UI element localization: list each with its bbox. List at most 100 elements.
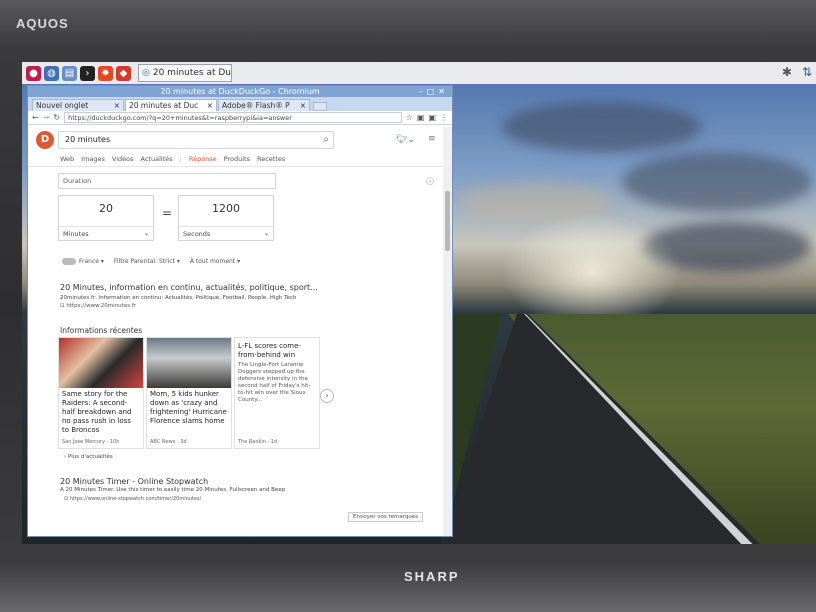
news-card-title: Same story for the Raiders: A second-hal… xyxy=(62,390,132,434)
web-browser-icon[interactable]: ◍ xyxy=(44,65,59,81)
address-bar: ← → ↻ https://duckduckgo.com/?q=20+minut… xyxy=(28,111,452,125)
mathematica-icon[interactable]: ◆ xyxy=(116,65,131,81)
news-next-button[interactable]: › xyxy=(320,389,334,403)
nav-products[interactable]: Produits xyxy=(224,155,250,163)
converter-left: 20 Minutes ⌄ xyxy=(58,195,154,241)
browser-window: 20 minutes at DuckDuckGo - Chromium –□✕ … xyxy=(27,85,453,537)
tab-close-icon[interactable]: × xyxy=(207,101,213,110)
news-heading: Informations récentes xyxy=(60,326,143,335)
info-icon[interactable]: ⓘ xyxy=(426,176,434,187)
news-card-source: ABC News · 3d xyxy=(150,439,187,445)
news-card[interactable]: Mom, 5 kids hunker down as 'crazy and fr… xyxy=(146,337,232,449)
region-toggle[interactable] xyxy=(62,258,76,265)
page-scrollbar[interactable] xyxy=(443,127,452,536)
tab-new-tab[interactable]: Nouvel onglet × xyxy=(32,99,124,111)
search-query: 20 minutes xyxy=(65,135,111,144)
screen: ● ◍ ▤ › ✸ ◆ ◎ 20 minutes at DuckD... ✱ ⇅… xyxy=(22,62,816,544)
news-card-age: 10h xyxy=(109,439,120,445)
news-card-source-name: The Rankin xyxy=(238,439,266,445)
extension-icon[interactable]: ▣ xyxy=(417,113,425,122)
chromium-icon: ◎ xyxy=(142,68,150,78)
news-card-age: 1d xyxy=(270,439,278,445)
window-titlebar[interactable]: 20 minutes at DuckDuckGo - Chromium –□✕ xyxy=(28,86,452,97)
news-card[interactable]: Same story for the Raiders: A second-hal… xyxy=(58,337,144,449)
unit-type-select[interactable]: Duration xyxy=(58,173,276,189)
new-tab-button[interactable] xyxy=(313,102,327,111)
region-filter[interactable]: France ▾ xyxy=(62,258,104,265)
converter-left-unit-select[interactable]: Minutes ⌄ xyxy=(59,226,153,240)
more-news-link[interactable]: › Plus d'actualités xyxy=(64,454,113,460)
news-card-title: L-FL scores come-from-behind win xyxy=(238,342,301,359)
search-nav: Web Images Vidéos Actualités | Réponse P… xyxy=(60,155,285,163)
more-news-label: Plus d'actualités xyxy=(67,454,113,460)
nav-divider-line xyxy=(28,166,444,167)
converter-right-unit: Seconds xyxy=(183,230,211,238)
taskbar-task-label: 20 minutes at DuckD... xyxy=(152,68,232,78)
time-filter[interactable]: À tout moment ▾ xyxy=(190,258,240,265)
search-icon[interactable]: ⌕ xyxy=(323,132,329,148)
tab-close-icon[interactable]: × xyxy=(114,101,120,110)
result-2-url[interactable]: ⊡ https://www.online-stopwatch.com/timer… xyxy=(64,496,201,502)
news-card-source-name: ABC News xyxy=(150,439,176,445)
file-manager-icon[interactable]: ▤ xyxy=(62,65,77,81)
hamburger-menu-icon[interactable]: ≡ xyxy=(428,134,436,144)
search-input[interactable]: 20 minutes ⌕ xyxy=(58,131,334,149)
wolfram-icon[interactable]: ✸ xyxy=(98,65,113,81)
result-2-title[interactable]: 20 Minutes Timer - Online Stopwatch xyxy=(60,477,208,486)
bluetooth-icon[interactable]: ✱ xyxy=(782,65,792,79)
tab-close-icon[interactable]: × xyxy=(300,101,306,110)
scrollbar-thumb[interactable] xyxy=(445,191,450,251)
feedback-button[interactable]: Envoyer vos remarques xyxy=(348,512,424,522)
result-1-title[interactable]: 20 Minutes, information en continu, actu… xyxy=(60,283,318,292)
url-input[interactable]: https://duckduckgo.com/?q=20+minutes&t=r… xyxy=(64,112,402,123)
twitter-icon[interactable]: 🐦︎⌄ xyxy=(396,135,415,145)
unit-type-value: Duration xyxy=(63,177,92,185)
converter-left-unit: Minutes xyxy=(63,230,89,238)
nav-recipes[interactable]: Recettes xyxy=(257,155,285,163)
taskbar-task-chromium[interactable]: ◎ 20 minutes at DuckD... xyxy=(138,64,232,82)
maximize-icon[interactable]: □ xyxy=(427,87,439,96)
news-card[interactable]: L-FL scores come-from-behind win The Lin… xyxy=(234,337,320,449)
tab-duckduckgo[interactable]: 20 minutes at Duc × xyxy=(125,99,217,111)
result-2-description: A 20 Minutes Timer. Use this timer to ea… xyxy=(60,487,286,493)
extension-icon-2[interactable]: ▣ xyxy=(428,113,436,122)
nav-images[interactable]: Images xyxy=(81,155,105,163)
nav-news[interactable]: Actualités xyxy=(141,155,173,163)
result-1-url-text: https://www.20minutes.fr xyxy=(66,303,137,309)
converter-left-value[interactable]: 20 xyxy=(59,202,153,215)
tab-strip: Nouvel onglet × 20 minutes at Duc × Adob… xyxy=(28,97,452,111)
nav-answer[interactable]: Réponse xyxy=(189,155,217,163)
converter-right-unit-select[interactable]: Seconds ⌄ xyxy=(179,226,273,240)
window-title: 20 minutes at DuckDuckGo - Chromium xyxy=(160,87,320,96)
converter-right-value[interactable]: 1200 xyxy=(179,202,273,215)
nav-web[interactable]: Web xyxy=(60,155,74,163)
safe-search-filter[interactable]: Filtre Parental: Strict ▾ xyxy=(114,258,180,265)
forward-icon[interactable]: → xyxy=(43,113,50,122)
news-card-image xyxy=(147,338,231,388)
tab-label: Adobe® Flash® P xyxy=(222,101,290,110)
browser-menu-icon[interactable]: ⋮ xyxy=(440,113,448,122)
chevron-down-icon: ⌄ xyxy=(143,230,149,237)
result-1-url[interactable]: ⊡ https://www.20minutes.fr xyxy=(60,303,136,309)
taskbar: ● ◍ ▤ › ✸ ◆ ◎ 20 minutes at DuckD... ✱ ⇅ xyxy=(22,62,816,84)
tab-label: Nouvel onglet xyxy=(36,101,89,110)
nav-videos[interactable]: Vidéos xyxy=(112,155,134,163)
tab-adobe-flash[interactable]: Adobe® Flash® P × xyxy=(218,99,310,111)
chevron-down-icon: ⌄ xyxy=(263,230,269,237)
tv-brand-top: AQUOS xyxy=(16,16,69,31)
minimize-icon[interactable]: – xyxy=(419,87,427,96)
network-icon[interactable]: ⇅ xyxy=(802,65,812,79)
safe-search-label: Filtre Parental: Strict xyxy=(113,258,175,265)
equals-sign: = xyxy=(162,206,173,220)
raspberry-menu-icon[interactable]: ● xyxy=(26,65,41,81)
duckduckgo-logo-icon[interactable]: D xyxy=(36,131,54,149)
back-icon[interactable]: ← xyxy=(32,113,39,122)
news-card-source: San Jose Mercury · 10h xyxy=(62,439,120,445)
web-page: D 20 minutes ⌕ 🐦︎⌄ ≡ Web Images Vidéos A… xyxy=(28,127,444,536)
news-card-image xyxy=(59,338,143,388)
nav-divider: | xyxy=(179,155,182,163)
terminal-icon[interactable]: › xyxy=(80,65,95,81)
close-icon[interactable]: ✕ xyxy=(438,87,449,96)
bookmark-star-icon[interactable]: ☆ xyxy=(406,113,413,122)
reload-icon[interactable]: ↻ xyxy=(53,113,60,122)
